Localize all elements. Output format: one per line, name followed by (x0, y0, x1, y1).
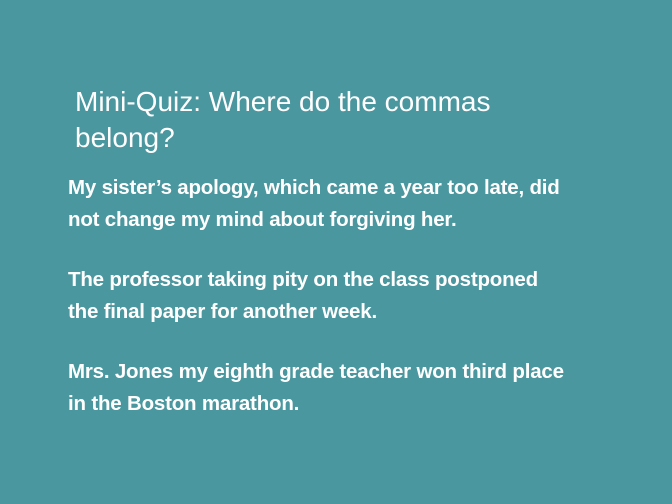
quiz-sentences: My sister’s apology, which came a year t… (68, 172, 628, 448)
quiz-sentence-2: The professor taking pity on the class p… (68, 264, 628, 328)
sentence-line: My sister’s apology, which came a year t… (68, 176, 560, 199)
slide-title-line: Mini-Quiz: Where do the commas (75, 86, 491, 117)
quiz-sentence-3: Mrs. Jones my eighth grade teacher won t… (68, 356, 628, 420)
quiz-sentence-1: My sister’s apology, which came a year t… (68, 172, 628, 236)
sentence-line: The professor taking pity on the class p… (68, 268, 538, 291)
slide-title: Mini-Quiz: Where do the commas belong? (75, 84, 595, 156)
sentence-line: not change my mind about forgiving her. (68, 208, 457, 231)
sentence-line: the final paper for another week. (68, 300, 377, 323)
slide-title-line: belong? (75, 122, 175, 153)
sentence-line: Mrs. Jones my eighth grade teacher won t… (68, 360, 564, 383)
sentence-line: in the Boston marathon. (68, 392, 300, 415)
slide: Mini-Quiz: Where do the commas belong? M… (0, 0, 672, 504)
